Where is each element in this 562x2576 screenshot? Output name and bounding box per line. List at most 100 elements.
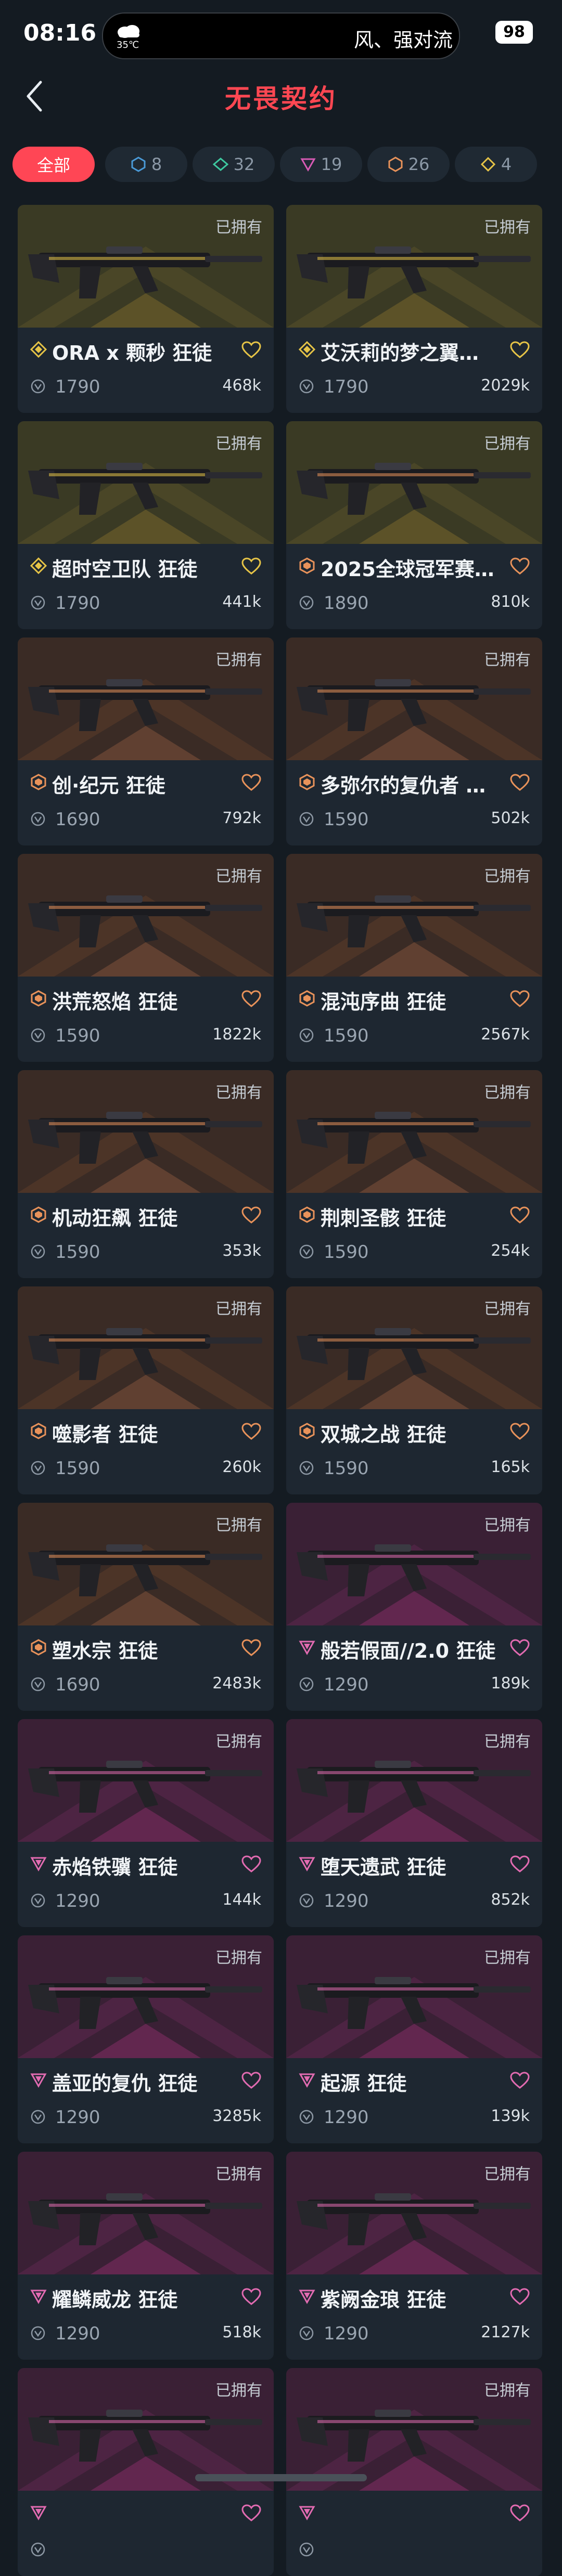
heart-icon[interactable]: [510, 1206, 530, 1224]
like-count: 1822k: [212, 1025, 261, 1044]
deluxe-tier-icon: [299, 1423, 315, 1439]
heart-icon[interactable]: [241, 990, 261, 1008]
skin-price: 1890: [324, 593, 369, 614]
like-count: 2127k: [481, 2323, 530, 2341]
heart-icon[interactable]: [510, 1423, 530, 1440]
skin-card[interactable]: 已拥有 ORA x 颗秒 狂徒 1790 468k: [18, 205, 274, 413]
skin-card[interactable]: 已拥有 超时空卫队 狂徒 1790 441k: [18, 421, 274, 629]
filter-chip-premium[interactable]: 19: [280, 147, 362, 182]
skin-card[interactable]: 已拥有 耀鳞威龙 狂徒 1290 518k: [18, 2152, 274, 2360]
heart-icon[interactable]: [241, 2072, 261, 2089]
heart-icon[interactable]: [510, 557, 530, 575]
deluxe-tier-icon: [31, 990, 46, 1007]
heart-icon[interactable]: [510, 990, 530, 1008]
skin-card[interactable]: 已拥有 荆刺圣骸 狂徒 1590 254k: [286, 1070, 542, 1278]
filter-chip-select[interactable]: 4: [455, 147, 537, 182]
heart-icon[interactable]: [510, 2288, 530, 2306]
skin-price: 1290: [324, 1674, 369, 1695]
skin-card[interactable]: 已拥有: [18, 2368, 274, 2576]
skin-card[interactable]: 已拥有: [286, 2368, 542, 2576]
like-count: 810k: [491, 593, 530, 611]
heart-icon[interactable]: [241, 341, 261, 359]
heart-icon[interactable]: [241, 557, 261, 575]
valorant-points-icon: [299, 812, 314, 826]
skin-card[interactable]: 已拥有 2025全球冠军赛 狂徒 1890 810k: [286, 421, 542, 629]
skin-card[interactable]: 已拥有 机动狂飙 狂徒 1590 353k: [18, 1070, 274, 1278]
skin-card[interactable]: 已拥有 艾沃莉的梦之翼狂徒 1790 2029k: [286, 205, 542, 413]
owned-label: 已拥有: [215, 1949, 262, 1967]
select-tier-icon: [30, 557, 47, 574]
skin-price: 1790: [324, 376, 369, 397]
skin-card[interactable]: 已拥有 噬影者 狂徒 1590 260k: [18, 1286, 274, 1494]
premium-tier-icon: [299, 2289, 315, 2305]
skin-card[interactable]: 已拥有 紫阙金琅 狂徒 1290 2127k: [286, 2152, 542, 2360]
premium-tier-icon: [299, 2073, 315, 2088]
skin-card[interactable]: 已拥有 起源 狂徒 1290 139k: [286, 1935, 542, 2143]
select-tier-icon: [480, 157, 495, 172]
like-count: 2029k: [481, 376, 530, 395]
skin-name: 双城之战 狂徒: [321, 1423, 446, 1446]
home-indicator[interactable]: [195, 2474, 367, 2481]
skin-name: 般若假面//2.0 狂徒: [321, 1640, 496, 1662]
skin-card[interactable]: 已拥有 双城之战 狂徒 1590 165k: [286, 1286, 542, 1494]
heart-icon[interactable]: [241, 2288, 261, 2306]
filter-chip-ultra[interactable]: 32: [193, 147, 275, 182]
skin-card[interactable]: 已拥有 塑水宗 狂徒 1690 2483k: [18, 1503, 274, 1711]
valorant-points-icon: [31, 1461, 45, 1475]
deluxe-tier-icon: [31, 1206, 46, 1223]
valorant-points-icon: [31, 2326, 45, 2340]
heart-icon[interactable]: [510, 2504, 530, 2522]
premium-tier-icon: [30, 2506, 47, 2521]
skin-card[interactable]: 已拥有 洪荒怒焰 狂徒 1590 1822k: [18, 854, 274, 1062]
notification-pill[interactable]: 35℃ 风、强对流: [102, 12, 460, 59]
heart-icon[interactable]: [241, 1423, 261, 1440]
filter-chip-deluxe[interactable]: 26: [367, 147, 450, 182]
skin-price: 1290: [55, 1891, 100, 1911]
filter-chip-exclusive[interactable]: 8: [105, 147, 187, 182]
owned-label: 已拥有: [484, 218, 531, 237]
filter-chip-count: 4: [501, 154, 512, 174]
skin-name: 机动狂飙 狂徒: [52, 1207, 178, 1230]
skin-price: 1590: [324, 809, 369, 830]
skin-card[interactable]: 已拥有 盖亚的复仇 狂徒 1290 3285k: [18, 1935, 274, 2143]
weather-alert-text: 风、强对流: [353, 29, 453, 51]
like-count: 792k: [222, 809, 261, 827]
skin-card[interactable]: 已拥有 般若假面//2.0 狂徒 1290 189k: [286, 1503, 542, 1711]
skin-name: 多弥尔的复仇者 狂徒: [321, 774, 497, 797]
deluxe-tier-icon: [299, 1206, 315, 1223]
owned-label: 已拥有: [215, 867, 262, 886]
owned-label: 已拥有: [484, 1300, 531, 1318]
premium-tier-icon: [299, 2506, 315, 2521]
select-tier-icon: [299, 341, 315, 358]
skin-card[interactable]: 已拥有 创·纪元 狂徒 1690 792k: [18, 638, 274, 845]
heart-icon[interactable]: [510, 774, 530, 791]
battery-indicator: 98: [495, 21, 533, 44]
heart-icon[interactable]: [241, 2504, 261, 2522]
filter-chip-all[interactable]: 全部: [12, 147, 95, 182]
owned-label: 已拥有: [484, 435, 531, 453]
filter-chip-count: 32: [233, 154, 255, 174]
heart-icon[interactable]: [241, 774, 261, 791]
heart-icon[interactable]: [510, 1639, 530, 1657]
heart-icon[interactable]: [510, 2072, 530, 2089]
like-count: 468k: [222, 376, 261, 395]
select-tier-icon: [30, 341, 47, 358]
deluxe-tier-icon: [299, 557, 315, 574]
heart-icon[interactable]: [510, 341, 530, 359]
valorant-points-icon: [31, 1893, 45, 1908]
owned-label: 已拥有: [484, 1516, 531, 1534]
valorant-points-icon: [299, 1677, 314, 1692]
like-count: 144k: [222, 1891, 261, 1909]
heart-icon[interactable]: [241, 1206, 261, 1224]
like-count: 189k: [491, 1674, 530, 1693]
heart-icon[interactable]: [241, 1855, 261, 1873]
skin-price: 1590: [324, 1025, 369, 1046]
skin-card[interactable]: 已拥有 赤焰铁骥 狂徒 1290 144k: [18, 1719, 274, 1927]
heart-icon[interactable]: [510, 1855, 530, 1873]
skin-card[interactable]: 已拥有 多弥尔的复仇者 狂徒 1590 502k: [286, 638, 542, 845]
heart-icon[interactable]: [241, 1639, 261, 1657]
skin-name: 噬影者 狂徒: [52, 1423, 158, 1446]
owned-label: 已拥有: [484, 1949, 531, 1967]
skin-card[interactable]: 已拥有 混沌序曲 狂徒 1590 2567k: [286, 854, 542, 1062]
skin-card[interactable]: 已拥有 堕天遗武 狂徒 1290 852k: [286, 1719, 542, 1927]
